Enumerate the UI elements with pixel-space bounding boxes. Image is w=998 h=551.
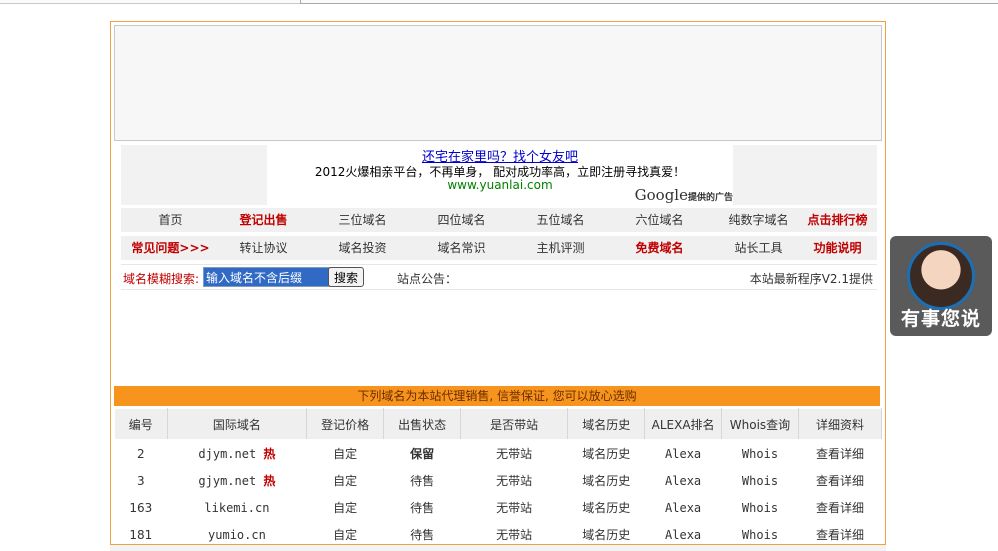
row-whois-link[interactable]: Whois [722, 494, 799, 521]
row-alexa-link[interactable]: Alexa [645, 440, 722, 468]
row-id: 2 [136, 446, 145, 461]
col-header-whois: Whois查询 [721, 408, 799, 440]
row-history-link[interactable]: 域名历史 [568, 467, 645, 494]
row-status: 待售 [410, 474, 435, 488]
row-id: 3 [136, 473, 145, 488]
row-whois-link[interactable]: Whois [722, 440, 799, 468]
nav-row-secondary: 常见问题>>> 转让协议 域名投资 域名常识 主机评测 免费域名 站长工具 功能… [121, 236, 877, 260]
nav-three-letter[interactable]: 三位域名 [313, 208, 412, 232]
search-input[interactable] [203, 267, 331, 287]
col-header-history: 域名历史 [567, 408, 646, 440]
nav-investment[interactable]: 域名投资 [313, 236, 412, 260]
google-logo-text: Google [634, 186, 688, 204]
nav-six-letter[interactable]: 六位域名 [610, 208, 709, 232]
nav-register-sale[interactable]: 登记出售 [214, 208, 313, 232]
row-status: 保留 [410, 447, 435, 461]
search-row: 域名模糊搜索: 搜索 站点公告： 本站最新程序V2.1提供 [121, 264, 877, 290]
col-header-alexa: ALEXA排名 [644, 408, 723, 440]
row-detail-link[interactable]: 查看详细 [798, 467, 881, 494]
nav-hosting-review[interactable]: 主机评测 [511, 236, 610, 260]
search-label: 域名模糊搜索: [123, 272, 200, 286]
google-ads-suffix: 提供的广告 [687, 193, 733, 203]
row-id: 163 [129, 500, 153, 515]
google-ad-inner: 还宅在家里吗？找个女友吧 2012火爆相亲平台，不再单身， 配对成功率高，立即注… [267, 145, 733, 205]
site-notice-label: 站点公告： [397, 272, 458, 286]
nav-five-letter[interactable]: 五位域名 [511, 208, 610, 232]
table-header-row: 编号 国际域名 登记价格 出售状态 是否带站 域名历史 ALEXA排名 Whoi… [114, 408, 883, 440]
row-site: 无带站 [496, 474, 533, 488]
google-ads-logo[interactable]: Google提供的广告 [635, 186, 733, 204]
row-domain[interactable]: gjym.net 热 [167, 467, 307, 494]
domain-name[interactable]: yumio.cn [208, 528, 266, 542]
page-container: 还宅在家里吗？找个女友吧 2012火爆相亲平台，不再单身， 配对成功率高，立即注… [110, 21, 886, 549]
row-price: 自定 [333, 501, 358, 515]
col-header-status: 出售状态 [383, 408, 462, 440]
agency-banner: 下列域名为本站代理销售, 信誉保证, 您可以放心选购 [114, 386, 880, 406]
browser-top-edge [0, 0, 998, 4]
nav-agreement[interactable]: 转让协议 [214, 236, 313, 260]
row-history-link[interactable]: 域名历史 [568, 494, 645, 521]
table-row: 163 likemi.cn 自定 待售 无带站 域名历史 Alexa Whois… [115, 494, 882, 521]
program-credit: 本站最新程序V2.1提供 [749, 272, 873, 286]
search-button[interactable]: 搜索 [328, 267, 364, 287]
domain-name[interactable]: gjym.net [198, 474, 256, 488]
hot-badge: 热 [263, 447, 276, 461]
nav-free-domain[interactable]: 免费域名 [610, 236, 709, 260]
table-row: 2 djym.net 热 自定 保留 无带站 域名历史 Alexa Whois … [115, 440, 882, 468]
domain-name[interactable]: likemi.cn [204, 501, 269, 515]
google-ad-box: 还宅在家里吗？找个女友吧 2012火爆相亲平台，不再单身， 配对成功率高，立即注… [121, 145, 877, 205]
nav-row-primary: 首页 登记出售 三位域名 四位域名 五位域名 六位域名 纯数字域名 点击排行榜 [121, 208, 877, 232]
col-header-price: 登记价格 [306, 408, 385, 440]
browser-tab-edge [300, 0, 998, 4]
col-header-site: 是否带站 [460, 408, 569, 440]
nav-knowledge[interactable]: 域名常识 [412, 236, 511, 260]
nav-home[interactable]: 首页 [121, 208, 220, 232]
row-whois-link[interactable]: Whois [722, 467, 799, 494]
domain-table: 编号 国际域名 登记价格 出售状态 是否带站 域名历史 ALEXA排名 Whoi… [114, 408, 883, 548]
ad-placeholder [114, 25, 882, 141]
row-detail-link[interactable]: 查看详细 [798, 440, 881, 468]
chat-label: 有事您说 [900, 308, 981, 330]
row-price: 自定 [333, 474, 358, 488]
hot-badge: 热 [263, 474, 276, 488]
row-alexa-link[interactable]: Alexa [645, 467, 722, 494]
col-header-domain: 国际域名 [166, 408, 308, 440]
domain-name[interactable]: djym.net [198, 447, 256, 461]
row-alexa-link[interactable]: Alexa [645, 494, 722, 521]
row-site: 无带站 [496, 501, 533, 515]
row-status: 待售 [410, 501, 435, 515]
col-header-detail: 详细资料 [797, 408, 883, 440]
row-history-link[interactable]: 域名历史 [568, 440, 645, 468]
customer-service-widget[interactable]: 有事您说 [890, 236, 992, 336]
row-price: 自定 [333, 447, 358, 461]
agent-avatar-icon [907, 242, 975, 310]
col-header-id: 编号 [114, 408, 168, 440]
table-row: 3 gjym.net 热 自定 待售 无带站 域名历史 Alexa Whois … [115, 467, 882, 494]
nav-ranking[interactable]: 点击排行榜 [788, 208, 887, 232]
row-domain[interactable]: likemi.cn [167, 494, 307, 521]
row-site: 无带站 [496, 447, 533, 461]
nav-features[interactable]: 功能说明 [788, 236, 887, 260]
row-domain[interactable]: djym.net 热 [167, 440, 307, 468]
nav-four-letter[interactable]: 四位域名 [412, 208, 511, 232]
row-detail-link[interactable]: 查看详细 [798, 494, 881, 521]
nav-faq[interactable]: 常见问题>>> [121, 236, 220, 260]
